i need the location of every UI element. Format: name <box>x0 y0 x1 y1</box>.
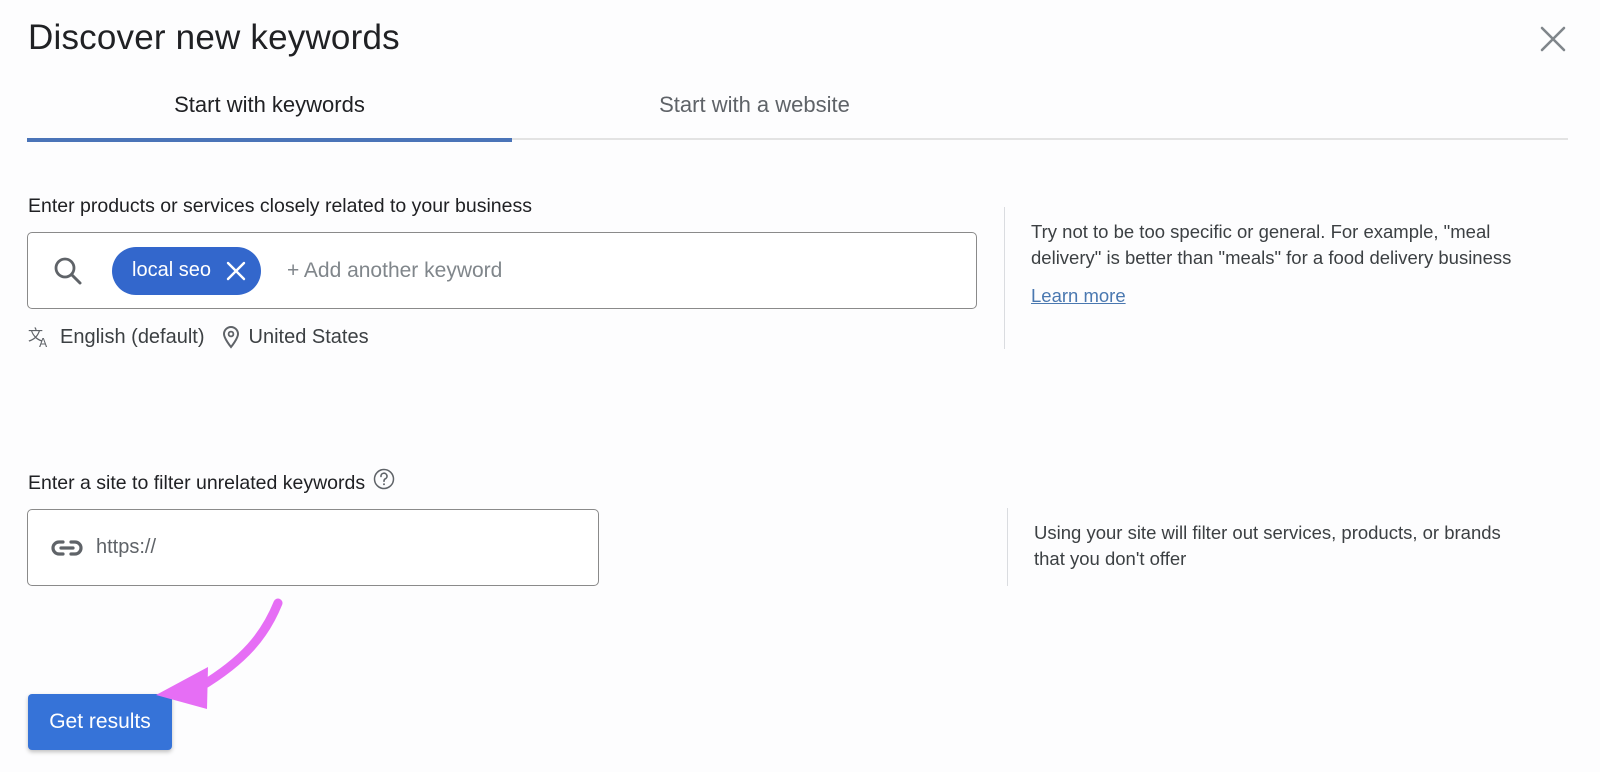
targeting-options: 文 A English (default) United States <box>28 325 369 350</box>
add-keyword-input[interactable] <box>286 258 887 283</box>
language-selector[interactable]: 文 A English (default) <box>28 325 205 350</box>
site-filter-label-row: Enter a site to filter unrelated keyword… <box>28 468 395 495</box>
close-icon <box>226 261 246 280</box>
svg-text:A: A <box>39 336 48 349</box>
chip-remove-button[interactable] <box>225 260 247 282</box>
location-selector[interactable]: United States <box>221 325 369 349</box>
keywords-input-field[interactable]: local seo <box>27 232 977 309</box>
learn-more-link[interactable]: Learn more <box>1031 283 1126 309</box>
site-url-field[interactable] <box>27 509 599 586</box>
keywords-help-text: Try not to be too specific or general. F… <box>1031 221 1512 268</box>
site-url-input[interactable] <box>96 536 556 559</box>
tab-bar: Start with keywords Start with a website <box>27 70 1568 142</box>
site-help-panel: Using your site will filter out services… <box>1007 508 1527 586</box>
keywords-help-panel: Try not to be too specific or general. F… <box>1004 207 1564 349</box>
discover-keywords-dialog: Discover new keywords Start with keyword… <box>0 0 1600 772</box>
language-label: English (default) <box>60 325 205 348</box>
link-icon <box>51 539 83 556</box>
keywords-label: Enter products or services closely relat… <box>28 195 532 217</box>
close-icon <box>1540 26 1566 52</box>
close-button[interactable] <box>1538 24 1568 54</box>
site-help-text: Using your site will filter out services… <box>1034 522 1501 569</box>
tab-start-with-keywords[interactable]: Start with keywords <box>27 70 512 142</box>
translate-icon: 文 A <box>28 326 48 349</box>
dialog-title: Discover new keywords <box>28 18 400 57</box>
tab-start-with-website[interactable]: Start with a website <box>512 70 997 140</box>
get-results-button[interactable]: Get results <box>28 694 172 750</box>
help-circle-icon[interactable] <box>373 468 395 490</box>
keyword-chip-label: local seo <box>132 259 211 281</box>
search-icon <box>54 257 82 284</box>
site-filter-label: Enter a site to filter unrelated keyword… <box>28 472 366 494</box>
keyword-chip: local seo <box>112 246 261 295</box>
tab-label: Start with keywords <box>174 92 365 117</box>
location-pin-icon <box>222 326 239 349</box>
location-label: United States <box>248 325 369 348</box>
tab-label: Start with a website <box>659 92 850 117</box>
